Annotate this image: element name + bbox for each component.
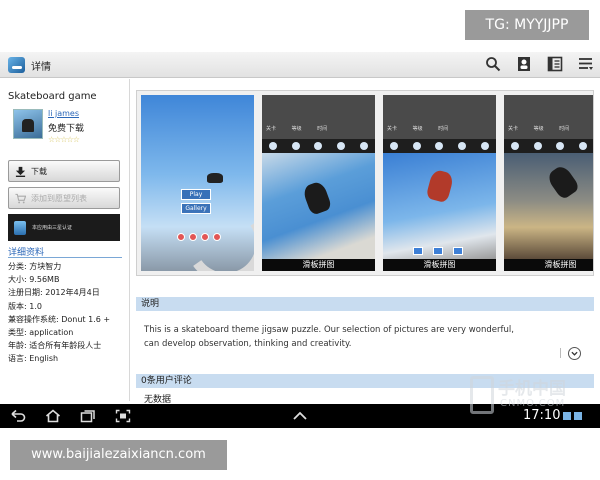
add-to-wishlist-button[interactable]: 添加到愿望列表 — [8, 187, 120, 209]
detail-age: 年龄: 适合所有年龄段人士 — [8, 341, 102, 351]
puzzle-nav — [504, 139, 593, 153]
puzzle-buttons — [413, 247, 463, 255]
back-icon[interactable] — [10, 409, 26, 423]
chevron-down-icon — [571, 351, 578, 356]
puzzle-header: 关卡 等级 时间 — [504, 95, 593, 139]
menu-icon[interactable] — [578, 56, 594, 72]
description-line-2: can develop observation, thinking and cr… — [144, 339, 352, 349]
puzzle-image — [262, 153, 375, 259]
details-list: 分类: 方块智力 大小: 9.56MB 注册日期: 2012年4月4日 版本: … — [8, 260, 128, 366]
expand-description-button[interactable] — [568, 347, 581, 360]
watermark-bottom: www.baijialezaixiancn.com — [10, 440, 227, 470]
detail-language: 语言: English — [8, 354, 59, 364]
samsung-apps-logo-icon — [14, 220, 26, 235]
description-divider — [560, 348, 561, 358]
price-label: 免费下载 — [48, 124, 85, 134]
book-icon[interactable] — [547, 56, 563, 72]
home-icon[interactable] — [45, 409, 61, 423]
skater-figure — [301, 180, 333, 216]
puzzle-nav — [383, 139, 496, 153]
screenshot-icon[interactable] — [115, 409, 131, 423]
certification-banner: 本应用由三星认证 — [8, 214, 120, 241]
page-title: 详情 — [31, 62, 51, 73]
screenshot-caption: 滑板拼图 — [383, 259, 496, 271]
puzzle-image — [504, 153, 593, 259]
chevron-up-icon[interactable] — [292, 409, 308, 423]
puzzle-nav — [262, 139, 375, 153]
detail-version: 版本: 1.0 — [8, 301, 42, 311]
app-store-icon[interactable] — [8, 57, 25, 73]
puzzle-tabs: 关卡 等级 时间 — [266, 126, 328, 132]
app-name: Skateboard game — [8, 91, 97, 102]
action-bar-icons — [485, 56, 594, 72]
puzzle-header: 关卡 等级 时间 — [262, 95, 375, 139]
cnmo-watermark: 手机中国 CNMO.COM — [470, 372, 588, 418]
puzzle-tabs: 关卡 等级 时间 — [387, 126, 449, 132]
download-button[interactable]: 下载 — [8, 160, 120, 182]
puzzle-header: 关卡 等级 时间 — [383, 95, 496, 139]
screenshot-4[interactable]: 关卡 等级 时间 滑板拼图 — [504, 95, 593, 271]
screenshot-gallery[interactable]: Play Gallery 关卡 等级 时间 滑板拼图 关卡 等级 时间 滑板拼图… — [136, 90, 594, 276]
detail-type: 类型: application — [8, 328, 74, 338]
description-heading: 说明 — [136, 297, 594, 311]
description-line-1: This is a skateboard theme jigsaw puzzle… — [144, 325, 514, 335]
cnmo-logo-icon — [470, 376, 494, 414]
screenshot-1[interactable]: Play Gallery — [141, 95, 254, 271]
skater-figure — [425, 168, 455, 204]
app-thumbnail — [13, 109, 43, 139]
screenshot-2[interactable]: 关卡 等级 时间 滑板拼图 — [262, 95, 375, 271]
action-bar: 详情 — [0, 52, 600, 78]
screenshot-caption: 滑板拼图 — [504, 259, 593, 271]
puzzle-image — [383, 153, 496, 259]
cnmo-watermark-en: CNMO.COM — [500, 398, 566, 409]
search-icon[interactable] — [485, 56, 501, 72]
description-text: This is a skateboard theme jigsaw puzzle… — [144, 323, 574, 351]
watermark-top: TG: MYYJJPP — [465, 10, 589, 40]
screenshot-canvas: TG: MYYJJPP 详情 Skateboard game li james … — [0, 0, 600, 480]
screenshot-3[interactable]: 关卡 等级 时间 滑板拼图 — [383, 95, 496, 271]
gallery-button: Gallery — [181, 203, 211, 214]
author-link[interactable]: li james — [48, 109, 79, 118]
skater-graphic — [207, 173, 223, 183]
download-icon — [15, 166, 26, 177]
detail-compatible-os: 兼容操作系统: Donut 1.6 + — [8, 314, 111, 324]
tablet-screen: 详情 Skateboard game li james 免费下载 ☆☆☆☆☆ 下… — [0, 52, 600, 428]
recent-apps-icon[interactable] — [80, 409, 96, 423]
detail-register-date: 注册日期: 2012年4月4日 — [8, 288, 100, 298]
puzzle-tabs: 关卡 等级 时间 — [508, 126, 570, 132]
detail-size: 大小: 9.56MB — [8, 275, 60, 285]
contacts-icon[interactable] — [516, 56, 532, 72]
cnmo-watermark-cn: 手机中国 — [498, 379, 566, 399]
wishlist-label: 添加到愿望列表 — [31, 193, 87, 203]
detail-category: 分类: 方块智力 — [8, 262, 62, 271]
rating-stars: ☆☆☆☆☆ — [48, 135, 80, 144]
play-button: Play — [181, 189, 211, 200]
details-divider — [8, 257, 122, 258]
app-info-panel: Skateboard game li james 免费下载 ☆☆☆☆☆ 下载 添… — [0, 79, 130, 401]
screenshot-caption: 滑板拼图 — [262, 259, 375, 271]
skater-figure — [545, 163, 581, 201]
download-label: 下载 — [31, 166, 47, 176]
cart-icon — [15, 193, 26, 203]
certification-text: 本应用由三星认证 — [32, 225, 73, 231]
menu-dots — [177, 233, 221, 241]
